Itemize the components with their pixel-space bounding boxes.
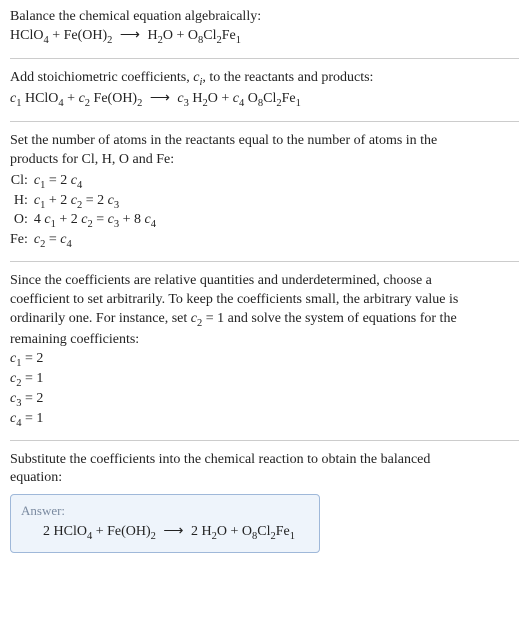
- arrow-icon: ⟶: [159, 524, 187, 539]
- stoich-text: Add stoichiometric coefficients, ci, to …: [10, 69, 519, 90]
- val: = 1: [21, 411, 43, 426]
- answer-box: Answer: 2 HClO4 + Fe(OH)2 ⟶ 2 H2O + O8Cl…: [10, 494, 320, 553]
- product-1e-sub: 1: [236, 35, 241, 46]
- subst-t1: Substitute the coefficients into the che…: [10, 451, 519, 470]
- plus-1: +: [49, 28, 64, 43]
- op: =: [45, 232, 60, 247]
- sp4: O: [244, 91, 258, 106]
- subst-t2: equation:: [10, 469, 519, 488]
- choose-t2: coefficient to set arbitrarily. To keep …: [10, 291, 519, 310]
- intro-section: Balance the chemical equation algebraica…: [10, 8, 519, 48]
- ans-plus: + Fe(OH): [92, 524, 150, 539]
- divider: [10, 58, 519, 59]
- row-label: Fe:: [10, 231, 34, 251]
- sp4c: Fe: [282, 91, 296, 106]
- var-sub: 3: [114, 199, 119, 210]
- product-1: H: [147, 28, 157, 43]
- ans-p3: 2 H: [191, 524, 212, 539]
- val: = 1: [21, 371, 43, 386]
- product-1e: Fe: [222, 28, 236, 43]
- stoich-text-b: , to the reactants and products:: [202, 70, 373, 85]
- sp2-sub: 2: [137, 98, 142, 109]
- ans-p1: 2 HClO: [43, 524, 87, 539]
- sp3: H: [189, 91, 203, 106]
- val: = 2: [21, 351, 43, 366]
- ans-p3e-sub: 1: [290, 531, 295, 542]
- row-label: O:: [10, 211, 34, 231]
- divider: [10, 121, 519, 122]
- choose-t3: ordinarily one. For instance, set c2 = 1…: [10, 310, 519, 331]
- arrow-icon: ⟶: [146, 91, 174, 106]
- op: =: [93, 212, 108, 227]
- var-sub: 4: [66, 239, 71, 250]
- row-eq: 4 c1 + 2 c2 = c3 + 8 c4: [34, 211, 162, 231]
- sp3b: O +: [208, 91, 233, 106]
- op: + 2: [56, 212, 81, 227]
- reactant-2-sub: 2: [107, 35, 112, 46]
- table-row: O: 4 c1 + 2 c2 = c3 + 8 c4: [10, 211, 162, 231]
- choose-results: c1 = 2 c2 = 1 c3 = 2 c4 = 1: [10, 350, 519, 430]
- product-1d: Cl: [203, 28, 216, 43]
- var-sub: 4: [151, 219, 156, 230]
- row-label: H:: [10, 192, 34, 212]
- intro-text: Balance the chemical equation algebraica…: [10, 8, 519, 27]
- arrow-icon: ⟶: [116, 28, 144, 43]
- row-label: Cl:: [10, 172, 34, 192]
- row-eq: c1 = 2 c4: [34, 172, 162, 192]
- answer-equation: 2 HClO4 + Fe(OH)2 ⟶ 2 H2O + O8Cl2Fe1: [21, 523, 309, 542]
- coef: 4: [34, 212, 45, 227]
- row-eq: c1 + 2 c2 = 2 c3: [34, 192, 162, 212]
- answer-title: Answer:: [21, 503, 309, 519]
- reactant-1: HClO: [10, 28, 43, 43]
- choose-t1: Since the coefficients are relative quan…: [10, 272, 519, 291]
- result-row: c3 = 2: [10, 390, 519, 410]
- op: = 2: [82, 193, 107, 208]
- stoich-section: Add stoichiometric coefficients, ci, to …: [10, 69, 519, 111]
- op: + 8: [119, 212, 144, 227]
- choose-t4: remaining coefficients:: [10, 331, 519, 350]
- choose-section: Since the coefficients are relative quan…: [10, 272, 519, 429]
- op: = 2: [45, 173, 70, 188]
- subst-section: Substitute the coefficients into the che…: [10, 451, 519, 489]
- stoich-text-a: Add stoichiometric coefficients,: [10, 70, 193, 85]
- reactant-2: Fe(OH): [64, 28, 108, 43]
- atoms-table: Cl: c1 = 2 c4 H: c1 + 2 c2 = 2 c3 O: 4 c…: [10, 172, 162, 252]
- table-row: Cl: c1 = 2 c4: [10, 172, 162, 192]
- ans-p2-sub: 2: [151, 531, 156, 542]
- atoms-section: Set the number of atoms in the reactants…: [10, 132, 519, 251]
- divider: [10, 261, 519, 262]
- result-row: c4 = 1: [10, 410, 519, 430]
- sp1: HClO: [21, 91, 58, 106]
- ans-p3e: Fe: [276, 524, 290, 539]
- val: = 2: [21, 391, 43, 406]
- result-row: c2 = 1: [10, 370, 519, 390]
- sp2: Fe(OH): [90, 91, 137, 106]
- choose-t3a: ordinarily one. For instance, set: [10, 311, 191, 326]
- ans-p3d: Cl: [257, 524, 270, 539]
- sp4b: Cl: [263, 91, 276, 106]
- atoms-text-2: products for Cl, H, O and Fe:: [10, 151, 519, 170]
- atoms-text-1: Set the number of atoms in the reactants…: [10, 132, 519, 151]
- intro-equation: HClO4 + Fe(OH)2 ⟶ H2O + O8Cl2Fe1: [10, 27, 519, 48]
- row-eq: c2 = c4: [34, 231, 162, 251]
- sp4c-sub: 1: [296, 98, 301, 109]
- ans-p3b: O + O: [217, 524, 252, 539]
- plus: +: [64, 91, 79, 106]
- table-row: H: c1 + 2 c2 = 2 c3: [10, 192, 162, 212]
- divider: [10, 440, 519, 441]
- choose-t3c: = 1 and solve the system of equations fo…: [202, 311, 456, 326]
- stoich-equation: c1 HClO4 + c2 Fe(OH)2 ⟶ c3 H2O + c4 O8Cl…: [10, 90, 519, 111]
- op: + 2: [45, 193, 70, 208]
- table-row: Fe: c2 = c4: [10, 231, 162, 251]
- result-row: c1 = 2: [10, 350, 519, 370]
- var-sub: 4: [77, 179, 82, 190]
- product-1b: O + O: [163, 28, 198, 43]
